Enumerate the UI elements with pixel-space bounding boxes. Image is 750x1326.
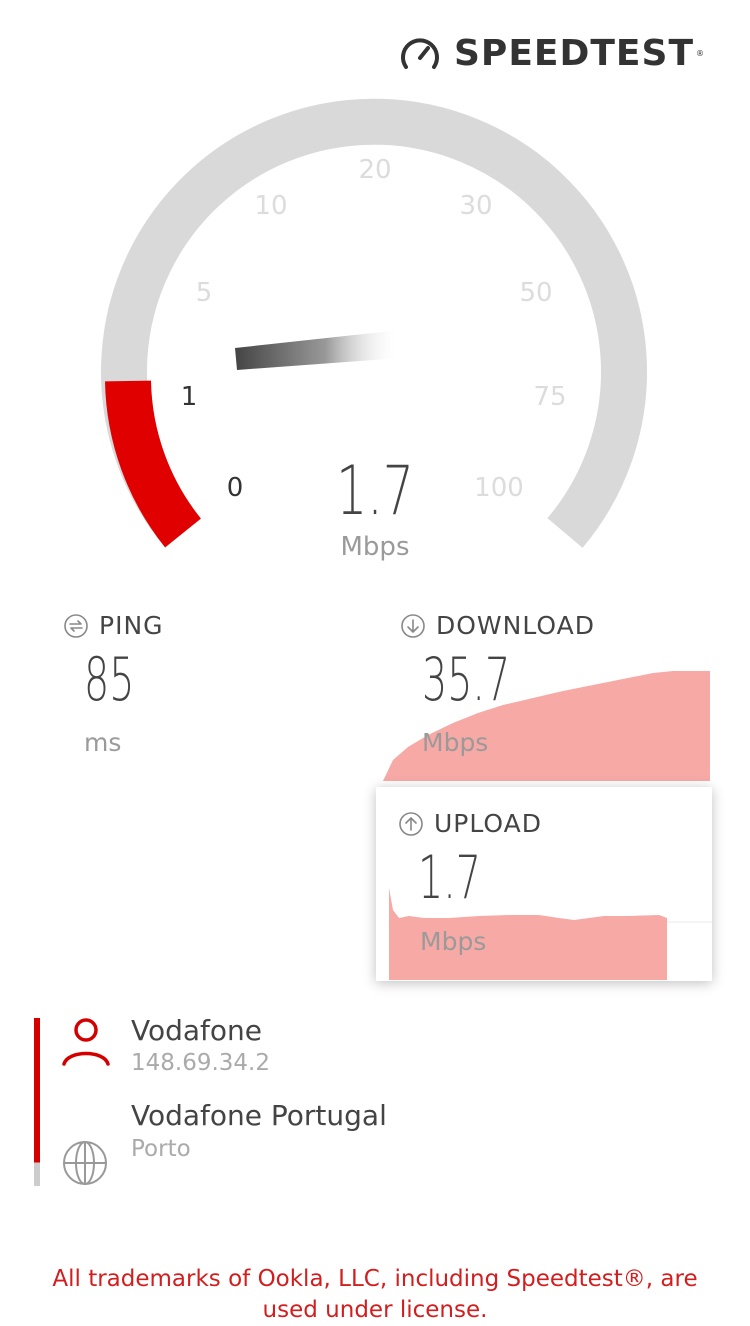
gauge-tick: 75: [533, 382, 567, 412]
gauge-tick: 20: [358, 155, 392, 185]
trademark-line-2: used under license.: [262, 1297, 488, 1323]
gauge-tick: 1: [180, 382, 198, 412]
current-speed-value: 1.7: [336, 452, 414, 531]
user-icon: [62, 1018, 110, 1066]
download-label-text: DOWNLOAD: [436, 611, 595, 640]
gauge-tick: 30: [459, 191, 493, 221]
trademark-notice: All trademarks of Ookla, LLC, including …: [0, 1264, 750, 1326]
ping-unit: ms: [84, 728, 122, 757]
server-host-name[interactable]: Vodafone Portugal: [131, 1099, 387, 1132]
provider-name[interactable]: Vodafone: [131, 1014, 262, 1047]
upload-label-text: UPLOAD: [434, 809, 543, 838]
ping-icon: [64, 613, 88, 638]
download-value: 35.7: [422, 645, 511, 715]
gauge-tick: 10: [254, 191, 288, 221]
ping-label-text: PING: [99, 611, 164, 640]
current-speed-unit: Mbps: [340, 532, 410, 562]
gauge-needle: [235, 330, 400, 370]
gauge-tick: 5: [195, 278, 213, 308]
download-icon: [401, 613, 425, 638]
upload-unit: Mbps: [420, 927, 487, 956]
server-info-bar: [34, 1018, 40, 1186]
upload-value: 1.7: [418, 843, 481, 913]
trademark-line-1: All trademarks of Ookla, LLC, including …: [52, 1266, 698, 1292]
provider-ip: 148.69.34.2: [131, 1050, 270, 1076]
upload-label: UPLOAD: [398, 809, 542, 838]
server-city: Porto: [131, 1136, 191, 1162]
globe-icon: [63, 1141, 107, 1185]
upload-icon: [399, 811, 423, 836]
download-unit: Mbps: [422, 728, 489, 757]
ping-label: PING: [63, 611, 164, 640]
gauge-tick: 50: [519, 278, 553, 308]
download-label: DOWNLOAD: [400, 611, 595, 640]
ping-value: 85: [84, 645, 135, 715]
